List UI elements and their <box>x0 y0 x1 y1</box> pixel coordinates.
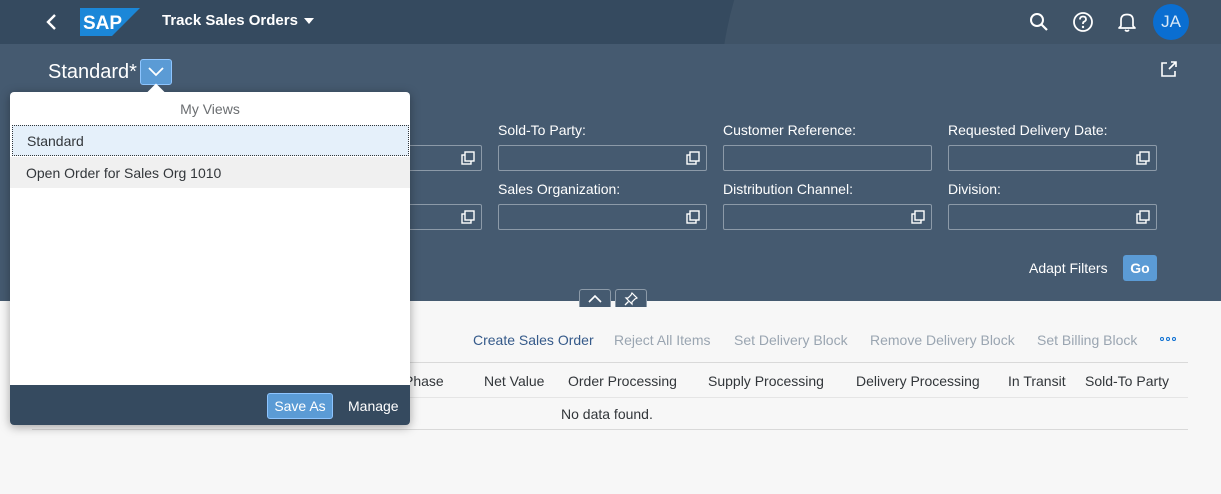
sold-to-party-input[interactable] <box>498 145 707 171</box>
reject-all-items-button[interactable]: Reject All Items <box>614 332 710 348</box>
share-icon[interactable] <box>1158 58 1180 80</box>
notifications-button[interactable] <box>1116 11 1138 33</box>
value-help-icon[interactable] <box>686 210 700 224</box>
customer-reference-input[interactable] <box>723 145 932 171</box>
chevron-down-icon <box>148 67 164 77</box>
distribution-channel-label: Distribution Channel: <box>723 181 853 197</box>
value-help-icon[interactable] <box>686 151 700 165</box>
value-help-icon <box>461 210 475 224</box>
search-icon <box>1030 13 1048 31</box>
app-title: Track Sales Orders <box>162 12 298 29</box>
sap-logo[interactable]: SAP <box>80 8 140 36</box>
more-actions-button[interactable] <box>1160 337 1176 341</box>
sales-organization-input[interactable] <box>498 204 707 230</box>
division-label: Division: <box>948 181 1001 197</box>
help-button[interactable] <box>1072 11 1094 33</box>
shell-bar: SAP Track Sales Orders JA <box>0 0 1221 44</box>
caret-down-icon <box>303 17 314 24</box>
back-button[interactable] <box>40 10 62 34</box>
shell-decoration <box>720 0 1221 44</box>
manage-button[interactable]: Manage <box>348 398 399 414</box>
variant-title[interactable]: Standard* <box>48 61 137 84</box>
save-as-button[interactable]: Save As <box>267 393 333 419</box>
column-header-delivery-processing[interactable]: Delivery Processing <box>856 373 980 389</box>
column-header-net-value[interactable]: Net Value <box>484 373 544 389</box>
popover-title: My Views <box>180 101 240 117</box>
division-input[interactable] <box>948 204 1157 230</box>
requested-delivery-date-input[interactable] <box>948 145 1157 171</box>
bell-icon <box>1118 13 1136 32</box>
pin-header-button[interactable] <box>615 289 647 307</box>
variant-dropdown-button[interactable] <box>140 59 172 85</box>
variant-item-open-order[interactable]: Open Order for Sales Org 1010 <box>10 157 410 188</box>
collapse-header-button[interactable] <box>579 289 611 307</box>
column-header-sold-to-party[interactable]: Sold-To Party <box>1085 373 1169 389</box>
adapt-filters-button[interactable]: Adapt Filters <box>1029 260 1108 276</box>
user-avatar[interactable]: JA <box>1153 4 1189 40</box>
variant-management-popover: My Views Standard Open Order for Sales O… <box>10 83 410 425</box>
sales-organization-label: Sales Organization: <box>498 181 621 197</box>
value-help-icon[interactable] <box>1136 151 1150 165</box>
column-header-supply-processing[interactable]: Supply Processing <box>708 373 824 389</box>
set-billing-block-button[interactable]: Set Billing Block <box>1037 332 1137 348</box>
value-help-icon[interactable] <box>1136 210 1150 224</box>
chevron-up-icon <box>588 294 602 303</box>
column-header-order-processing[interactable]: Order Processing <box>568 373 677 389</box>
pin-icon <box>624 291 638 305</box>
overflow-dot-icon <box>1160 337 1164 341</box>
go-button[interactable]: Go <box>1123 255 1157 281</box>
table-bottom-border <box>32 429 1188 430</box>
remove-delivery-block-button[interactable]: Remove Delivery Block <box>870 332 1015 348</box>
sap-logo-text: SAP <box>83 13 122 34</box>
popover-footer: Save As Manage <box>10 385 410 425</box>
column-header-in-transit[interactable]: In Transit <box>1008 373 1066 389</box>
set-delivery-block-button[interactable]: Set Delivery Block <box>734 332 848 348</box>
app-title-menu[interactable]: Track Sales Orders <box>162 12 314 29</box>
overflow-dot-icon <box>1166 337 1170 341</box>
sold-to-party-label: Sold-To Party: <box>498 122 586 138</box>
variant-item-standard[interactable]: Standard <box>12 125 409 156</box>
customer-reference-label: Customer Reference: <box>723 122 857 138</box>
value-help-icon <box>461 151 475 165</box>
help-icon <box>1073 12 1093 32</box>
distribution-channel-input[interactable] <box>723 204 932 230</box>
requested-delivery-date-label: Requested Delivery Date: <box>948 122 1108 138</box>
create-sales-order-button[interactable]: Create Sales Order <box>473 332 594 348</box>
overflow-dot-icon <box>1172 337 1176 341</box>
value-help-icon[interactable] <box>911 210 925 224</box>
chevron-left-icon <box>46 14 56 30</box>
search-button[interactable] <box>1028 11 1050 33</box>
no-data-text: No data found. <box>561 406 653 422</box>
